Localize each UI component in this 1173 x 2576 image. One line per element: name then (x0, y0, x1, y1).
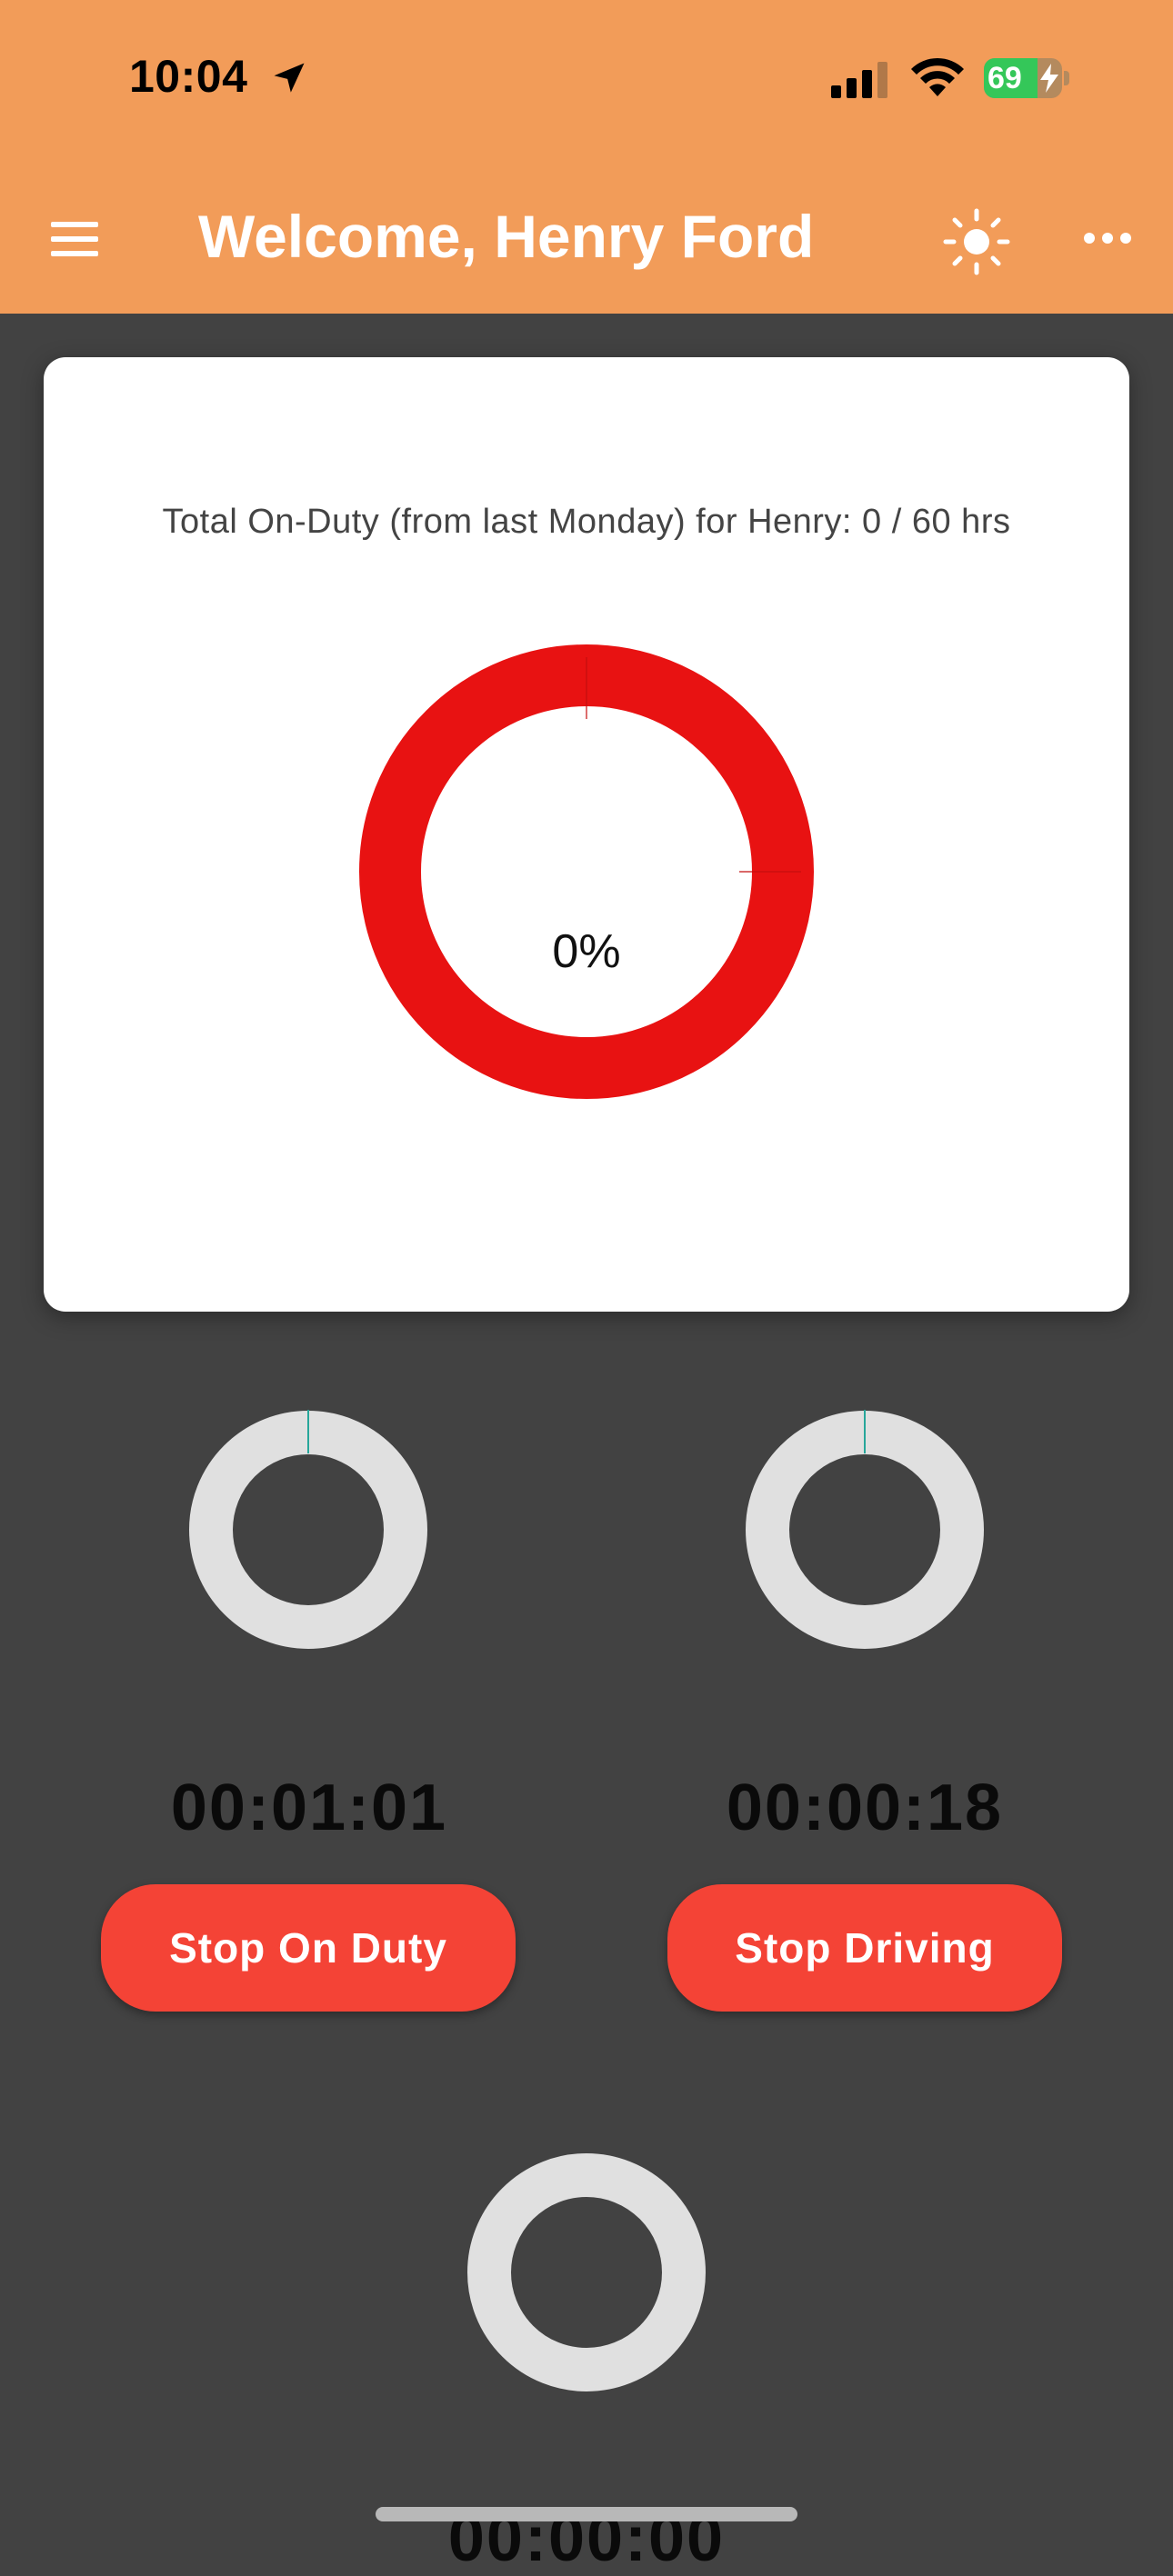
status-time: 10:04 (129, 51, 248, 102)
charging-bolt-icon (1040, 64, 1058, 93)
status-bar: 10:04 69 (0, 0, 1173, 159)
driving-timer: 00:00:18 (726, 1772, 1004, 1844)
page-title: Welcome, Henry Ford (198, 203, 815, 270)
on-duty-timer-ring (189, 1410, 427, 1649)
location-arrow-icon (274, 63, 305, 93)
battery-body: 69 (984, 58, 1062, 98)
third-timer-ring (467, 2153, 706, 2391)
cellular-signal-icon (831, 62, 887, 98)
on-duty-percent: 0% (552, 925, 621, 978)
battery-level: 69 (988, 61, 1022, 95)
driving-timer-ring (746, 1410, 984, 1649)
wifi-icon (911, 57, 964, 96)
stop-on-duty-button[interactable]: Stop On Duty (101, 1884, 516, 2012)
on-duty-ring (359, 644, 814, 1099)
on-duty-total-label: Total On-Duty (from last Monday) for Hen… (162, 503, 1011, 541)
on-duty-timer: 00:01:01 (170, 1772, 448, 1844)
app-header: 10:04 69 Welcome, Henry Ford (0, 0, 1173, 314)
home-indicator (376, 2507, 797, 2521)
sun-icon[interactable] (942, 207, 1011, 276)
battery-charging-icon: 69 (984, 58, 1069, 98)
more-horizontal-icon[interactable] (1082, 218, 1133, 258)
stop-driving-button[interactable]: Stop Driving (667, 1884, 1062, 2012)
on-duty-donut-chart (359, 644, 814, 1099)
hamburger-menu-icon[interactable] (47, 215, 107, 265)
battery-cap (1064, 71, 1069, 85)
on-duty-summary-card: Total On-Duty (from last Monday) for Hen… (44, 357, 1129, 1312)
